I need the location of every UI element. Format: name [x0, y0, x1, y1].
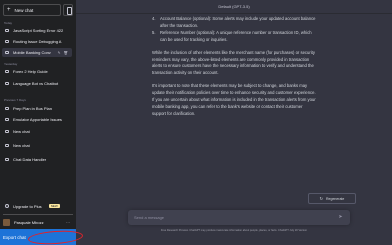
conversation-title: Language Bot vs Chatbot	[13, 81, 59, 86]
chat-bubble-icon	[5, 40, 9, 43]
conversation-title: Chat Data Handler	[13, 157, 47, 162]
refresh-icon: ↻	[319, 196, 324, 201]
chat-bubble-icon	[5, 158, 9, 161]
conversation-title: Forex 2 Help Guide	[13, 69, 48, 74]
plus-icon: +	[7, 7, 11, 13]
new-chat-label: New chat	[14, 7, 34, 13]
list-item: 5. Reference Number (optional): A unique…	[152, 30, 316, 44]
list-item: 4. Account Balance (optional): Some aler…	[152, 16, 316, 30]
chat-bubble-icon	[5, 118, 9, 121]
assistant-message: 4. Account Balance (optional): Some aler…	[152, 16, 316, 124]
toggle-sidebar-button[interactable]	[63, 4, 73, 16]
conversation-title: New chat	[13, 129, 30, 134]
conversation-title: New chat	[13, 143, 30, 148]
user-icon	[5, 204, 9, 208]
user-menu[interactable]: Pasquale Mbozz ···	[3, 216, 73, 228]
message-paragraph: It's important to note that these elemen…	[152, 83, 316, 116]
message-composer: ➤	[128, 210, 350, 225]
export-chat-button[interactable]: Export chat	[0, 229, 76, 245]
chat-bubble-icon	[5, 107, 9, 110]
list-number: 5.	[152, 29, 156, 35]
conversation-item[interactable]: New chat	[2, 141, 72, 150]
conversation-item-active[interactable]: Mobile Banking Conv ✎ 🗑	[2, 48, 72, 57]
user-name: Pasquale Mbozz	[14, 219, 44, 225]
conversation-item[interactable]: Emulator Apportable Issues	[2, 115, 72, 124]
upgrade-to-plus-button[interactable]: Upgrade to Plus NEW	[2, 201, 72, 211]
model-label: Default (GPT-3.5)	[218, 4, 250, 9]
conversation-item[interactable]: JavaScript Sorting Error 422	[2, 26, 72, 35]
conversation-title: JavaScript Sorting Error 422	[13, 28, 64, 33]
conversation-item[interactable]: Language Bot vs Chatbot	[2, 79, 72, 88]
section-yesterday: Yesterday	[4, 62, 18, 66]
conversation-title: Prep Plan in Bus Plan	[13, 106, 52, 111]
send-icon[interactable]: ➤	[337, 214, 344, 221]
main-panel: Default (GPT-3.5) 4. Account Balance (op…	[76, 0, 392, 245]
chat-bubble-icon	[5, 82, 9, 85]
upgrade-label: Upgrade to Plus	[13, 203, 42, 209]
footer-disclaimer: Free Research Preview. ChatGPT may produ…	[160, 229, 308, 232]
chat-bubble-icon	[5, 51, 9, 54]
list-number: 4.	[152, 16, 156, 21]
export-chat-label: Export chat	[3, 234, 26, 240]
regenerate-button[interactable]: ↻ Regenerate	[308, 193, 356, 204]
new-badge: NEW	[48, 204, 60, 208]
conversation-item[interactable]: New chat	[2, 127, 72, 136]
conversation-item[interactable]: Chat Data Handler	[2, 155, 72, 164]
model-header: Default (GPT-3.5)	[76, 0, 392, 14]
conversation-item[interactable]: Routing Issue Debugging A	[2, 37, 72, 46]
regenerate-label: Regenerate	[326, 196, 345, 201]
sidebar-divider	[3, 214, 73, 215]
message-paragraph: While the inclusion of other elements li…	[152, 49, 315, 76]
more-icon[interactable]: ···	[66, 220, 70, 225]
section-today: Today	[4, 21, 13, 25]
chat-bubble-icon	[5, 144, 9, 147]
conversation-item[interactable]: Forex 2 Help Guide	[2, 67, 72, 76]
edit-delete-icons[interactable]: ✎ 🗑	[58, 51, 69, 55]
chat-bubble-icon	[5, 70, 9, 73]
section-previous-7-days: Previous 7 Days	[4, 98, 26, 102]
conversation-title: Mobile Banking Conv	[13, 50, 51, 55]
conversation-item[interactable]: Prep Plan in Bus Plan	[2, 104, 72, 113]
chat-bubble-icon	[5, 130, 9, 133]
message-list: 4. Account Balance (optional): Some aler…	[152, 16, 316, 44]
list-text: Reference Number (optional): A unique re…	[160, 29, 312, 42]
message-input[interactable]	[134, 213, 324, 222]
conversation-title: Routing Issue Debugging A	[13, 39, 62, 44]
list-text: Account Balance (optional): Some alerts …	[160, 16, 316, 28]
avatar	[3, 218, 10, 226]
conversation-title: Emulator Apportable Issues	[13, 117, 62, 122]
chat-bubble-icon	[5, 29, 9, 32]
new-chat-button[interactable]: + New chat	[3, 4, 61, 16]
sidebar: + New chat Today JavaScript Sorting Erro…	[0, 0, 76, 245]
